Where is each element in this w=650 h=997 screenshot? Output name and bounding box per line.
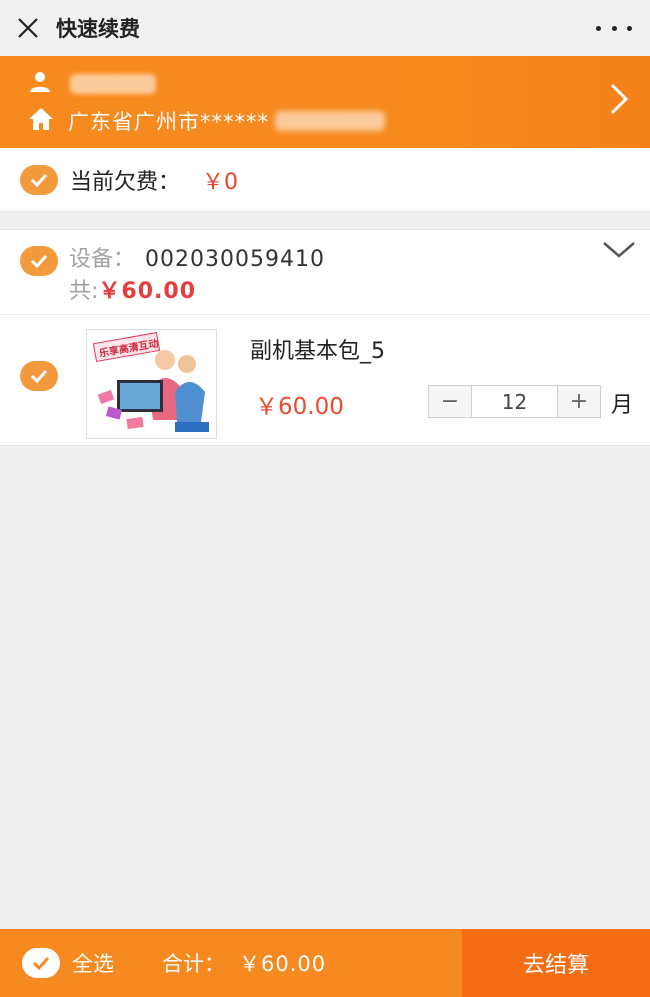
device-label: 设备： (69, 247, 136, 272)
device-total: ￥60.00 (98, 279, 197, 304)
chevron-right-icon[interactable] (608, 82, 630, 120)
page-title: 快速续费 (56, 17, 140, 41)
increase-button[interactable]: + (558, 386, 600, 417)
user-icon (28, 70, 52, 98)
top-nav: 快速续费 (0, 0, 650, 56)
home-icon (28, 107, 54, 135)
user-address-bar[interactable]: 广东省广州市****** (0, 56, 650, 148)
quantity-unit: 月 (611, 393, 634, 418)
checkout-button[interactable]: 去结算 (462, 929, 650, 997)
quantity-value[interactable]: 12 (471, 386, 558, 417)
device-total-label: 共: (69, 279, 99, 304)
more-icon[interactable] (596, 14, 632, 42)
chevron-down-icon[interactable] (602, 240, 636, 264)
address-text: 广东省广州市****** (68, 110, 269, 134)
device-total-line: 共:￥60.00 (69, 273, 196, 305)
debt-label: 当前欠费： (70, 169, 181, 195)
footer-summary: 全选 合计： ￥60.00 (0, 929, 462, 997)
user-name-redacted (70, 74, 156, 94)
address-redacted (275, 111, 385, 131)
select-all-check-icon[interactable] (22, 948, 60, 978)
product-price: ￥60.00 (255, 394, 344, 420)
device-section[interactable]: 设备： 002030059410 共:￥60.00 (0, 229, 650, 315)
product-image: 乐享高清互动 (86, 329, 217, 439)
product-name: 副机基本包_5 (250, 339, 385, 364)
device-check-icon[interactable] (20, 246, 58, 276)
total-value: ￥60.00 (239, 952, 327, 976)
product-check-icon[interactable] (20, 361, 58, 391)
select-all-label[interactable]: 全选 (72, 948, 114, 978)
quantity-stepper: − 12 + (428, 385, 601, 418)
close-icon[interactable] (0, 0, 56, 56)
footer-bar: 全选 合计： ￥60.00 去结算 (0, 929, 650, 997)
debt-row: 当前欠费： ￥0 (0, 148, 650, 212)
total-label: 合计： (162, 952, 225, 976)
decrease-button[interactable]: − (429, 386, 471, 417)
product-item: 乐享高清互动 副机基本包_5 ￥60.00 − 12 + 月 (0, 315, 650, 446)
device-id: 002030059410 (145, 247, 325, 272)
device-id-line: 设备： 002030059410 (69, 241, 325, 273)
debt-value: ￥0 (202, 169, 239, 195)
check-icon[interactable] (20, 164, 58, 195)
